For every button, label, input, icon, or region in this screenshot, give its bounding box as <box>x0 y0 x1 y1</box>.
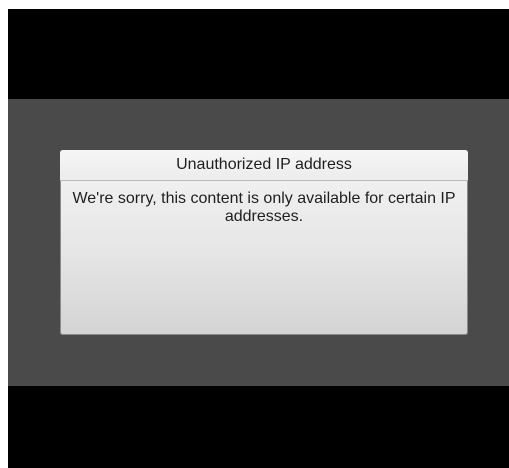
player-stage: Unauthorized IP address We're sorry, thi… <box>8 99 509 386</box>
dialog-message: We're sorry, this content is only availa… <box>72 190 456 225</box>
video-player: Unauthorized IP address We're sorry, thi… <box>8 9 509 468</box>
dialog-title: Unauthorized IP address <box>60 150 468 181</box>
error-dialog: Unauthorized IP address We're sorry, thi… <box>60 150 468 335</box>
